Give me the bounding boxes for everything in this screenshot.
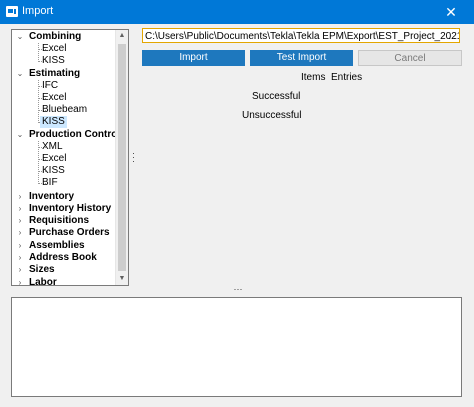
tree-item-estimating-bluebeam[interactable]: Bluebeam <box>40 104 89 116</box>
window-title: Import <box>22 5 54 17</box>
tree-item-combining-excel[interactable]: Excel <box>40 43 68 55</box>
title-bar: Import ✕ <box>0 0 474 24</box>
expand-icon[interactable]: › <box>15 277 25 285</box>
import-button[interactable]: Import <box>142 50 245 66</box>
tree-content: ⌄ Combining Excel KISS ⌄ Estimating IFC … <box>12 30 115 285</box>
file-path-input[interactable]: C:\Users\Public\Documents\Tekla\Tekla EP… <box>142 28 460 43</box>
tree-scrollbar[interactable]: ▲ ▼ <box>115 30 128 285</box>
label-unsuccessful: Unsuccessful <box>242 110 302 121</box>
expand-icon[interactable]: › <box>15 215 25 227</box>
scroll-up-icon[interactable]: ▲ <box>116 30 128 42</box>
tree-item-production-excel[interactable]: Excel <box>40 153 68 165</box>
import-type-tree: ⌄ Combining Excel KISS ⌄ Estimating IFC … <box>11 29 129 286</box>
expand-icon[interactable]: › <box>15 227 25 239</box>
label-successful: Successful <box>252 91 301 102</box>
close-button[interactable]: ✕ <box>428 0 474 24</box>
tree-item-production-kiss[interactable]: KISS <box>40 165 67 177</box>
tree-item-estimating-ifc[interactable]: IFC <box>40 80 60 92</box>
tree-item-combining-kiss[interactable]: KISS <box>40 55 67 67</box>
browse-button[interactable]: ... <box>448 29 456 42</box>
expand-icon[interactable]: › <box>15 264 25 276</box>
header-entries: Entries <box>331 72 363 83</box>
vertical-splitter-handle[interactable]: · · · <box>132 149 136 166</box>
expand-icon[interactable]: › <box>15 240 25 252</box>
header-items: Items <box>301 72 326 83</box>
tree-item-estimating-kiss[interactable]: KISS <box>40 116 67 128</box>
collapse-icon[interactable]: ⌄ <box>15 129 25 141</box>
scroll-down-icon[interactable]: ▼ <box>116 273 128 285</box>
expand-icon[interactable]: › <box>15 252 25 264</box>
app-icon <box>6 6 18 17</box>
close-icon: ✕ <box>445 3 457 20</box>
scrollbar-thumb[interactable] <box>118 44 126 271</box>
test-import-button[interactable]: Test Import <box>250 50 353 66</box>
tree-item-production-xml[interactable]: XML <box>40 141 65 153</box>
file-path-value: C:\Users\Public\Documents\Tekla\Tekla EP… <box>145 31 460 42</box>
expand-icon[interactable]: › <box>15 191 25 203</box>
tree-item-production-bif[interactable]: BIF <box>40 177 60 189</box>
tree-item-estimating-excel[interactable]: Excel <box>40 92 68 104</box>
collapse-icon[interactable]: ⌄ <box>15 31 25 43</box>
collapse-icon[interactable]: ⌄ <box>15 68 25 80</box>
expand-icon[interactable]: › <box>15 203 25 215</box>
horizontal-splitter-handle[interactable]: ··· <box>232 285 244 294</box>
cancel-button[interactable]: Cancel <box>358 50 462 66</box>
log-output-area[interactable] <box>11 297 462 397</box>
